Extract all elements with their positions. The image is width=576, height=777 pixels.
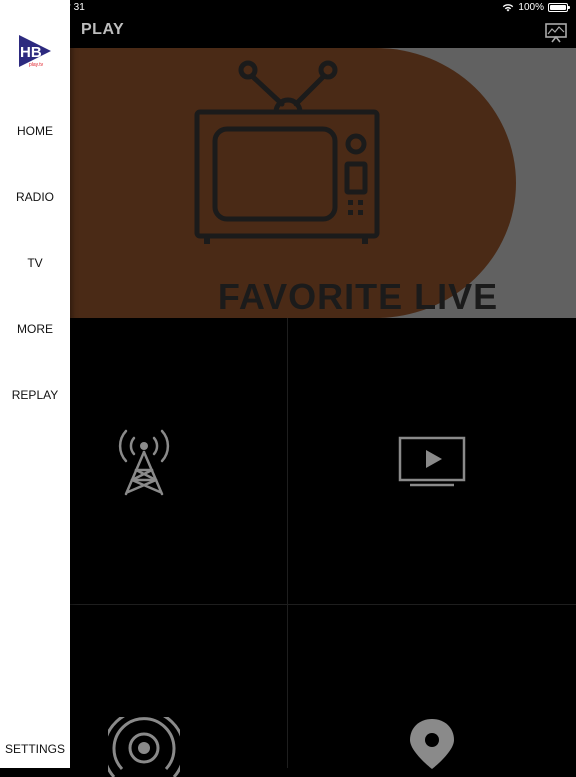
menu-item-settings[interactable]: SETTINGS — [0, 742, 70, 756]
location-tile[interactable] — [288, 605, 576, 769]
wifi-icon — [503, 4, 514, 12]
menu-item-home[interactable]: HOME — [0, 124, 70, 138]
battery-icon — [548, 3, 570, 12]
nav-bar: PLAY — [0, 16, 576, 48]
tv-play-icon — [398, 436, 466, 487]
menu-item-more[interactable]: MORE — [0, 322, 70, 336]
broadcast-icon — [108, 717, 180, 777]
menu-item-radio[interactable]: RADIO — [0, 190, 70, 204]
grid-divider-vertical — [287, 318, 288, 768]
side-drawer: HB play.tv HOME RADIO TV MORE REPLAY SET… — [0, 0, 70, 768]
retro-tv-icon — [194, 60, 380, 244]
nav-title-text: PLAY — [81, 21, 125, 38]
menu-item-replay[interactable]: REPLAY — [0, 388, 70, 402]
grid-divider-horizontal — [0, 604, 576, 605]
hb-play-logo[interactable]: HB play.tv — [17, 33, 53, 69]
logo-sub-text: play.tv — [29, 62, 44, 68]
status-bar: ar 31 100% — [0, 0, 576, 16]
location-pin-icon — [410, 719, 454, 769]
screen-mirror-icon[interactable] — [544, 20, 568, 44]
tv-tile[interactable] — [288, 318, 576, 604]
category-grid — [0, 318, 576, 777]
logo-text: HB — [20, 44, 42, 61]
favorite-live-banner[interactable]: FAVORITE LIVE — [0, 48, 576, 318]
status-indicators: 100% — [502, 2, 570, 13]
menu-item-tv[interactable]: TV — [0, 256, 70, 270]
banner-title: FAVORITE LIVE — [217, 276, 499, 317]
battery-percent: 100% — [518, 2, 544, 13]
radio-tower-icon — [118, 429, 170, 496]
nav-title: PLAY — [81, 21, 124, 39]
